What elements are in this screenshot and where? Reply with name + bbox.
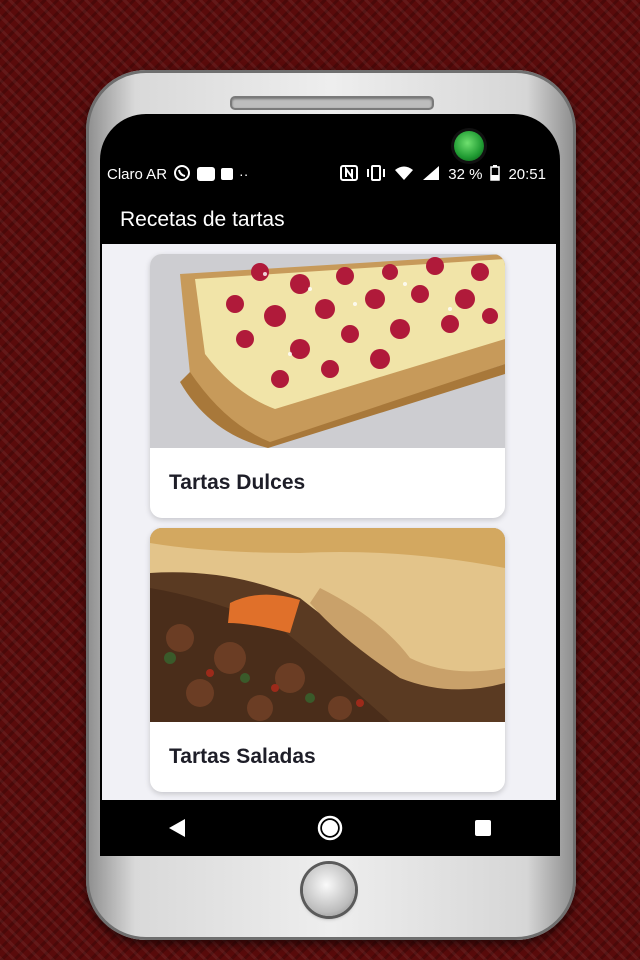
whatsapp-icon	[173, 164, 191, 184]
back-icon[interactable]	[157, 808, 197, 848]
signal-icon	[422, 165, 440, 183]
speaker-grille	[230, 96, 434, 110]
wifi-icon	[394, 165, 414, 183]
app-title: Recetas de tartas	[120, 208, 285, 231]
nfc-icon	[340, 165, 359, 183]
recents-icon[interactable]	[463, 808, 503, 848]
meat-pie-image	[150, 528, 505, 722]
navigation-bar	[100, 800, 560, 856]
battery-icon	[490, 165, 501, 183]
sd-card-icon	[221, 168, 234, 180]
front-camera-icon	[454, 131, 484, 161]
category-title: Tartas Dulces	[169, 471, 306, 494]
category-card-saladas[interactable]: Tartas Saladas	[150, 528, 505, 792]
status-bar: Claro AR ·· 32 % 20:51	[100, 161, 560, 187]
more-dots-icon: ··	[239, 166, 249, 182]
message-icon	[197, 167, 216, 181]
clock: 20:51	[508, 165, 546, 183]
hardware-home-button[interactable]	[303, 864, 355, 916]
home-icon[interactable]	[310, 808, 350, 848]
app-bar: Recetas de tartas	[100, 196, 560, 244]
category-title: Tartas Saladas	[169, 745, 316, 768]
vibrate-icon	[366, 165, 386, 183]
category-card-dulces[interactable]: Tartas Dulces	[150, 254, 505, 518]
battery-level: 32 %	[448, 165, 483, 183]
raspberry-tart-image	[150, 254, 505, 448]
carrier-name: Claro AR	[107, 165, 168, 183]
category-list: Tartas Dulces Tartas Saladas	[102, 244, 556, 800]
